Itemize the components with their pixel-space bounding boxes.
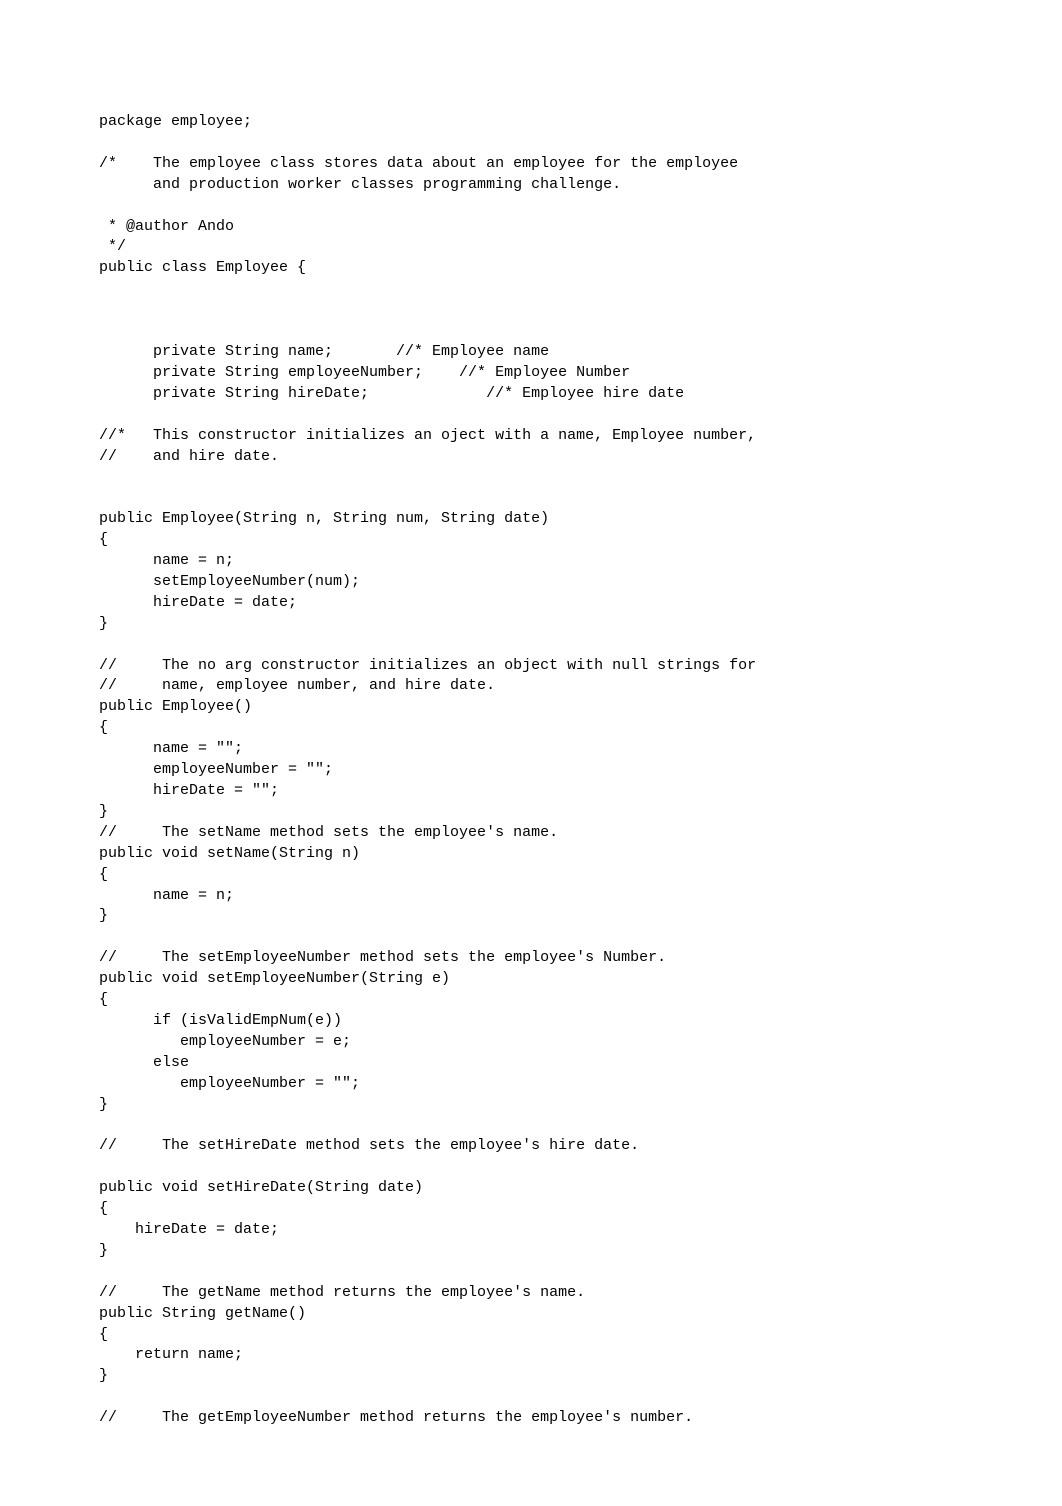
code-block: package employee; /* The employee class … [0,0,1062,1429]
